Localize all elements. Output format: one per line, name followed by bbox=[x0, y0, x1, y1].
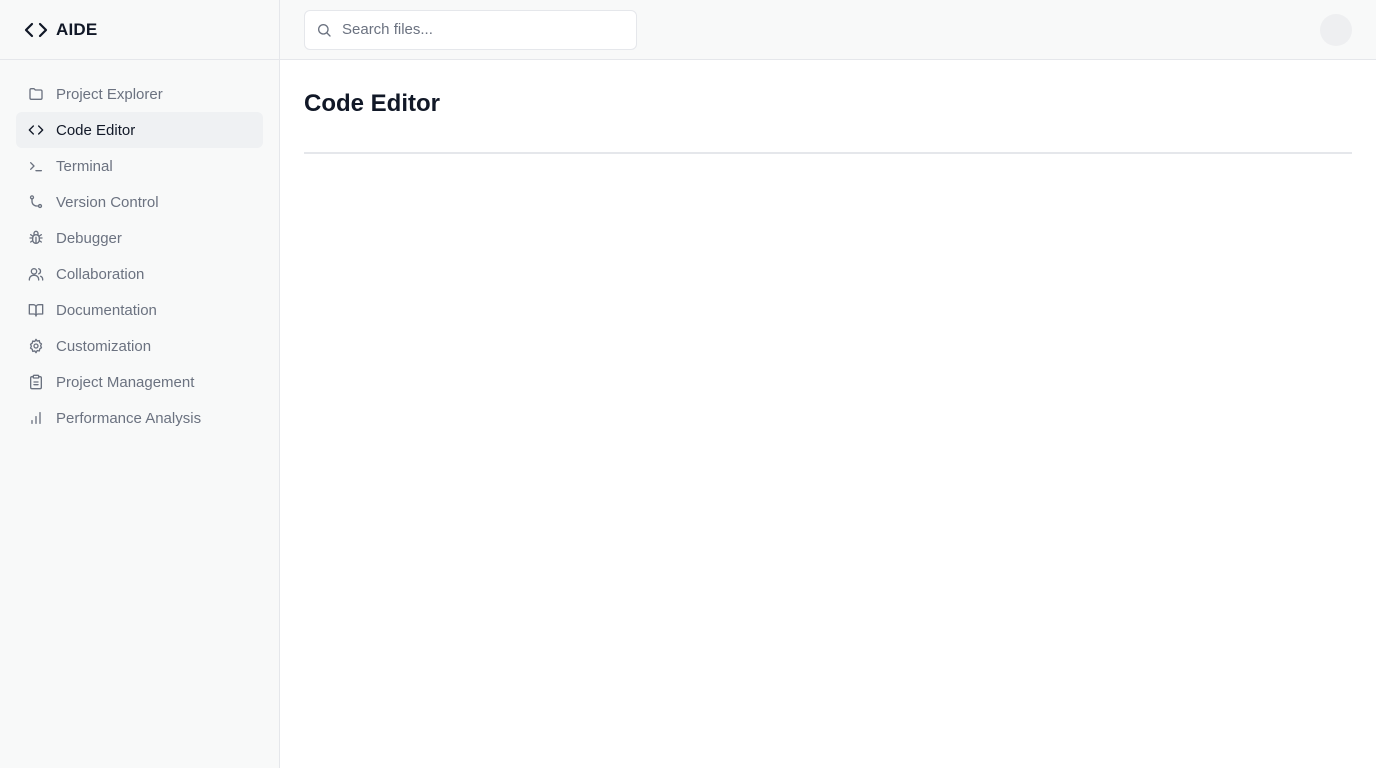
git-branch-icon bbox=[28, 194, 44, 210]
sidebar-item-label: Customization bbox=[56, 337, 152, 355]
page-title: Code Editor bbox=[304, 90, 440, 117]
bug-icon bbox=[28, 230, 44, 246]
search-input[interactable] bbox=[342, 21, 622, 38]
sidebar-item-project-explorer[interactable]: Project Explorer bbox=[16, 76, 263, 112]
sidebar-item-label: Version Control bbox=[56, 193, 159, 211]
sidebar-item-label: Project Explorer bbox=[56, 85, 163, 103]
sidebar-item-label: Code Editor bbox=[56, 121, 136, 139]
sidebar-item-version-control[interactable]: Version Control bbox=[16, 184, 263, 220]
topbar bbox=[280, 0, 1376, 60]
sidebar-item-label: Debugger bbox=[56, 229, 122, 247]
app-name: AIDE bbox=[56, 19, 98, 39]
main-area: Code Editor bbox=[280, 0, 1376, 768]
divider bbox=[304, 152, 1352, 154]
sidebar-item-label: Documentation bbox=[56, 301, 157, 319]
sidebar: AIDE Project Explorer Code Editor Termin… bbox=[0, 0, 280, 768]
clipboard-icon bbox=[28, 374, 44, 390]
search-box[interactable] bbox=[304, 9, 637, 50]
terminal-icon bbox=[28, 158, 44, 174]
folder-icon bbox=[28, 86, 44, 102]
avatar[interactable] bbox=[1320, 13, 1352, 46]
app-root: AIDE Project Explorer Code Editor Termin… bbox=[0, 0, 1376, 768]
sidebar-item-code-editor[interactable]: Code Editor bbox=[16, 112, 263, 148]
book-icon bbox=[28, 302, 44, 318]
sidebar-item-terminal[interactable]: Terminal bbox=[16, 148, 263, 184]
sidebar-item-project-management[interactable]: Project Management bbox=[16, 364, 263, 400]
code-icon bbox=[28, 122, 44, 138]
sidebar-item-documentation[interactable]: Documentation bbox=[16, 292, 263, 328]
sidebar-item-performance-analysis[interactable]: Performance Analysis bbox=[16, 400, 263, 436]
search-icon bbox=[316, 22, 332, 38]
sidebar-item-debugger[interactable]: Debugger bbox=[16, 220, 263, 256]
code-icon bbox=[24, 18, 48, 42]
users-icon bbox=[28, 266, 44, 282]
sidebar-item-label: Project Management bbox=[56, 373, 195, 391]
brand[interactable]: AIDE bbox=[0, 0, 279, 60]
sidebar-item-customization[interactable]: Customization bbox=[16, 328, 263, 364]
sidebar-item-label: Performance Analysis bbox=[56, 409, 202, 427]
sidebar-item-collaboration[interactable]: Collaboration bbox=[16, 256, 263, 292]
sidebar-item-label: Collaboration bbox=[56, 265, 145, 283]
sidebar-item-label: Terminal bbox=[56, 157, 113, 175]
gear-icon bbox=[28, 338, 44, 354]
content: Code Editor bbox=[280, 60, 1376, 178]
bar-chart-icon bbox=[28, 410, 44, 426]
sidebar-nav: Project Explorer Code Editor Terminal Ve… bbox=[0, 60, 279, 452]
